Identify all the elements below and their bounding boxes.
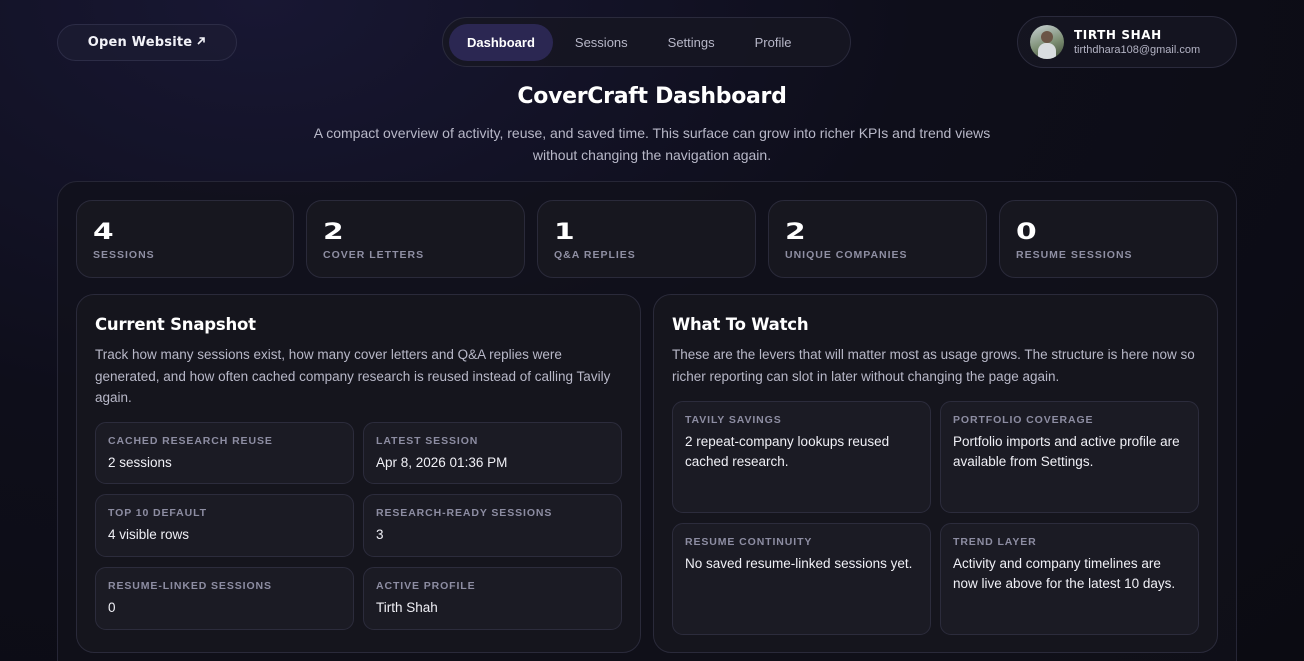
tab-settings[interactable]: Settings	[650, 24, 733, 61]
stat-tile-top-10-default: TOP 10 DEFAULT 4 visible rows	[95, 494, 354, 557]
user-email: tirthdhara108@gmail.com	[1074, 44, 1201, 56]
kpi-value: 2	[323, 220, 344, 245]
user-info: TIRTH SHAH tirthdhara108@gmail.com	[1074, 28, 1200, 56]
tile-label: PORTFOLIO COVERAGE	[953, 414, 1094, 426]
kpi-card-resume-sessions: 0 RESUME SESSIONS	[999, 200, 1218, 278]
main-nav: Dashboard Sessions Settings Profile	[442, 17, 851, 67]
tile-value: 3	[376, 527, 384, 542]
tile-label: TOP 10 DEFAULT	[108, 507, 207, 519]
kpi-label: RESUME SESSIONS	[1016, 249, 1133, 261]
user-menu[interactable]: TIRTH SHAH tirthdhara108@gmail.com	[1017, 16, 1237, 68]
tile-value: Apr 8, 2026 01:36 PM	[376, 455, 508, 470]
tile-value: 0	[108, 600, 116, 615]
tile-value: 2 repeat-company lookups reused cached r…	[685, 434, 890, 469]
kpi-card-qa-replies: 1 Q&A REPLIES	[537, 200, 756, 278]
kpi-label: UNIQUE COMPANIES	[785, 249, 908, 261]
tile-value: Portfolio imports and active profile are…	[953, 434, 1180, 469]
stat-tile-resume-linked-sessions: RESUME-LINKED SESSIONS 0	[95, 567, 354, 630]
page-title: CoverCraft Dashboard	[517, 84, 787, 109]
tile-value: No saved resume-linked sessions yet.	[685, 556, 913, 571]
page-subtitle: A compact overview of activity, reuse, a…	[313, 125, 991, 163]
kpi-value: 0	[1016, 220, 1037, 245]
tile-value: Tirth Shah	[376, 600, 438, 615]
tab-sessions[interactable]: Sessions	[557, 24, 646, 61]
card-title: Current Snapshot	[95, 315, 256, 334]
tab-profile[interactable]: Profile	[737, 24, 810, 61]
card-description: Track how many sessions exist, how many …	[95, 347, 611, 405]
current-snapshot-card: Current Snapshot Track how many sessions…	[76, 294, 641, 653]
open-website-label: Open Website	[87, 35, 193, 50]
tile-label: CACHED RESEARCH REUSE	[108, 435, 273, 447]
stat-tile-research-ready-sessions: RESEARCH-READY SESSIONS 3	[363, 494, 622, 557]
kpi-card-sessions: 4 SESSIONS	[76, 200, 294, 278]
stat-tile-latest-session: LATEST SESSION Apr 8, 2026 01:36 PM	[363, 422, 622, 484]
top-bar: Open Website Dashboard Sessions Settings…	[0, 0, 1304, 80]
tile-value: 4 visible rows	[108, 527, 190, 542]
watch-tile-tavily-savings: TAVILY SAVINGS 2 repeat-company lookups …	[672, 401, 931, 513]
tile-label: ACTIVE PROFILE	[376, 580, 476, 592]
user-name: TIRTH SHAH	[1074, 28, 1162, 42]
kpi-label: SESSIONS	[93, 249, 155, 261]
watch-tile-resume-continuity: RESUME CONTINUITY No saved resume-linked…	[672, 523, 931, 635]
tile-label: RESUME CONTINUITY	[685, 536, 813, 548]
tile-label: TREND LAYER	[953, 536, 1037, 548]
kpi-card-unique-companies: 2 UNIQUE COMPANIES	[768, 200, 987, 278]
tile-value: Activity and company timelines are now l…	[953, 556, 1176, 591]
kpi-value: 1	[554, 220, 575, 245]
tile-label: TAVILY SAVINGS	[685, 414, 782, 426]
tile-label: RESEARCH-READY SESSIONS	[376, 507, 553, 519]
kpi-label: COVER LETTERS	[323, 249, 425, 261]
kpi-card-cover-letters: 2 COVER LETTERS	[306, 200, 525, 278]
tile-label: LATEST SESSION	[376, 435, 479, 447]
open-website-button[interactable]: Open Website	[57, 24, 237, 61]
kpi-label: Q&A REPLIES	[554, 249, 636, 261]
arrow-up-right-icon	[196, 35, 206, 50]
watch-tile-trend-layer: TREND LAYER Activity and company timelin…	[940, 523, 1199, 635]
stat-tile-cached-research-reuse: CACHED RESEARCH REUSE 2 sessions	[95, 422, 354, 484]
tab-dashboard[interactable]: Dashboard	[449, 23, 553, 61]
kpi-value: 2	[785, 220, 806, 245]
kpi-value: 4	[93, 220, 114, 245]
what-to-watch-card: What To Watch These are the levers that …	[653, 294, 1218, 653]
avatar	[1030, 25, 1064, 59]
card-description: These are the levers that will matter mo…	[672, 347, 1195, 384]
card-title: What To Watch	[672, 315, 809, 334]
stat-tile-active-profile: ACTIVE PROFILE Tirth Shah	[363, 567, 622, 630]
watch-tile-portfolio-coverage: PORTFOLIO COVERAGE Portfolio imports and…	[940, 401, 1199, 513]
tile-value: 2 sessions	[108, 455, 172, 470]
tile-label: RESUME-LINKED SESSIONS	[108, 580, 272, 592]
